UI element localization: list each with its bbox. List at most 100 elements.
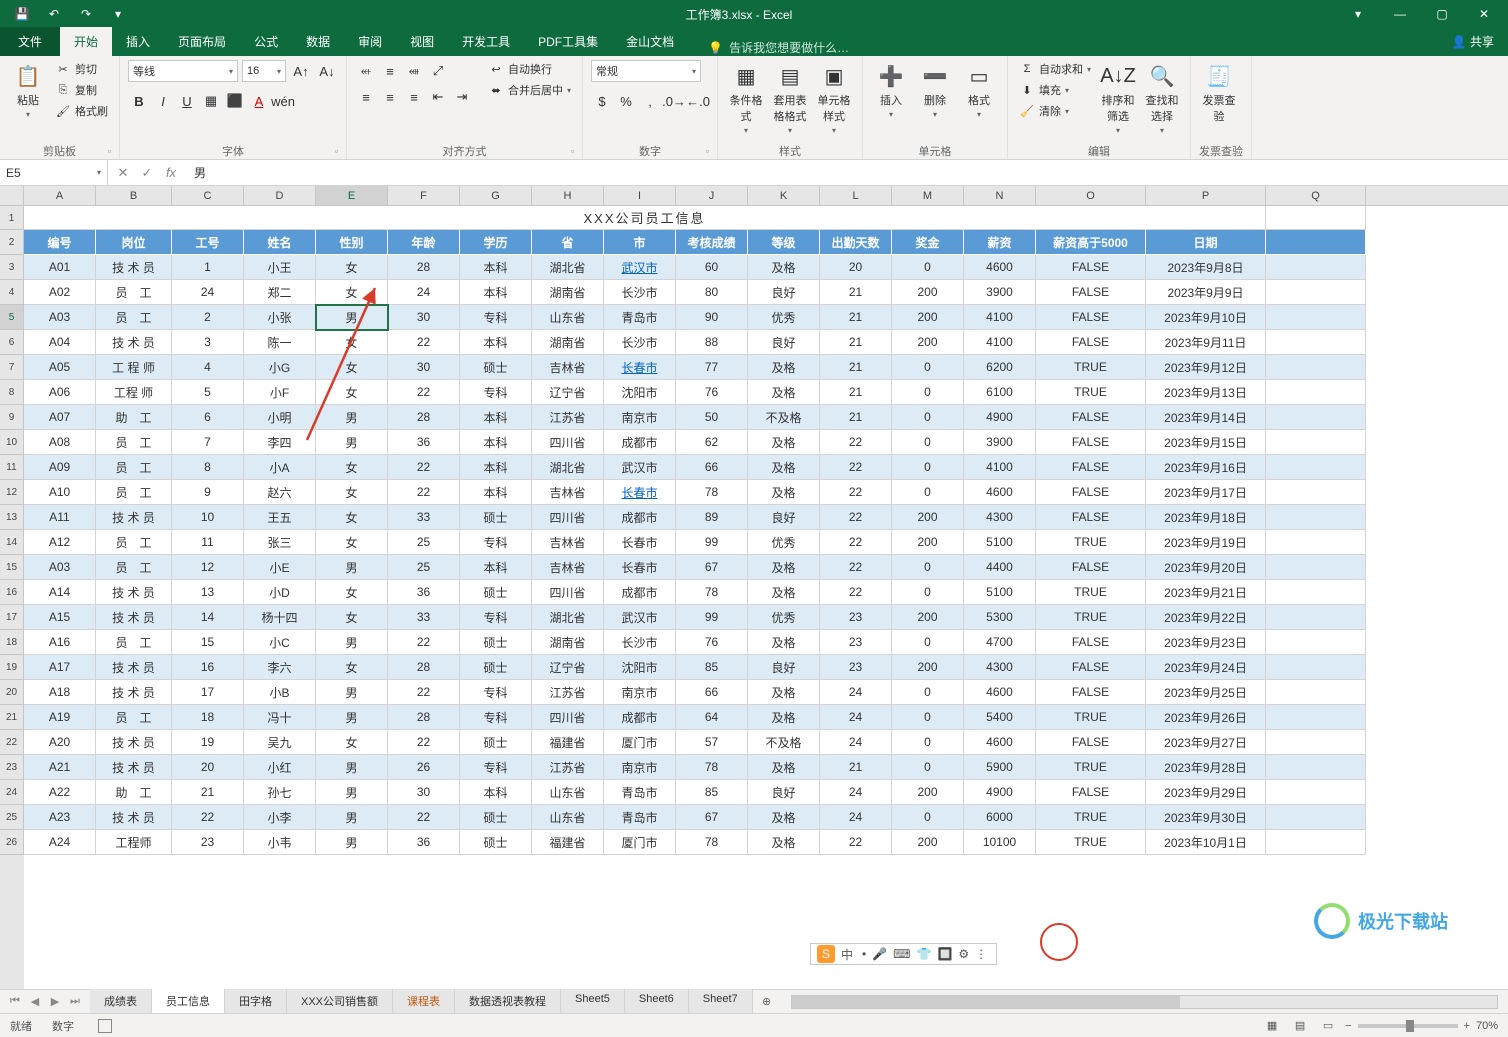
cell[interactable]: A02 <box>24 280 96 305</box>
tab-page-layout[interactable]: 页面布局 <box>164 27 240 56</box>
accounting-format-icon[interactable]: $ <box>591 90 613 112</box>
cell[interactable]: 吉林省 <box>532 555 604 580</box>
cell[interactable]: 66 <box>676 455 748 480</box>
cell[interactable]: 22 <box>820 830 892 855</box>
cell[interactable]: 女 <box>316 530 388 555</box>
cell[interactable]: 2023年9月26日 <box>1146 705 1266 730</box>
cell[interactable]: 男 <box>316 680 388 705</box>
cell[interactable]: A08 <box>24 430 96 455</box>
cell[interactable]: 本科 <box>460 280 532 305</box>
cell[interactable] <box>1266 206 1366 230</box>
row-header[interactable]: 4 <box>0 280 24 305</box>
cell[interactable]: 90 <box>676 305 748 330</box>
cell[interactable]: A21 <box>24 755 96 780</box>
cell[interactable]: 专科 <box>460 530 532 555</box>
cell[interactable]: FALSE <box>1036 780 1146 805</box>
cell[interactable]: 99 <box>676 530 748 555</box>
row-header[interactable]: 13 <box>0 505 24 530</box>
cell[interactable]: 11 <box>172 530 244 555</box>
cell[interactable]: FALSE <box>1036 430 1146 455</box>
cell[interactable]: 9 <box>172 480 244 505</box>
cell[interactable]: 2023年9月14日 <box>1146 405 1266 430</box>
cell[interactable]: 22 <box>388 630 460 655</box>
cell[interactable]: 0 <box>892 730 964 755</box>
cell[interactable]: 技 术 员 <box>96 330 172 355</box>
tab-pdf-tools[interactable]: PDF工具集 <box>524 27 612 56</box>
paste-button[interactable]: 📋 粘贴 ▾ <box>8 60 48 121</box>
cell[interactable]: 33 <box>388 505 460 530</box>
cell[interactable]: 24 <box>172 280 244 305</box>
cell[interactable]: 0 <box>892 255 964 280</box>
cell[interactable]: 24 <box>820 730 892 755</box>
cell[interactable]: 长春市 <box>604 555 676 580</box>
cell[interactable]: A23 <box>24 805 96 830</box>
format-cells-button[interactable]: ▭格式▾ <box>959 60 999 121</box>
cell[interactable]: 男 <box>316 430 388 455</box>
cell[interactable]: 2023年9月29日 <box>1146 780 1266 805</box>
find-select-button[interactable]: 🔍查找和选择▾ <box>1142 60 1182 137</box>
cell[interactable]: 姓名 <box>244 230 316 255</box>
cut-button[interactable]: ✂剪切 <box>52 60 111 78</box>
cell[interactable]: TRUE <box>1036 605 1146 630</box>
cell[interactable]: 专科 <box>460 380 532 405</box>
cell[interactable]: 30 <box>388 305 460 330</box>
cell[interactable]: 女 <box>316 655 388 680</box>
cell[interactable]: A15 <box>24 605 96 630</box>
cell[interactable]: 2023年9月8日 <box>1146 255 1266 280</box>
cell[interactable]: 78 <box>676 580 748 605</box>
cell[interactable]: A20 <box>24 730 96 755</box>
column-header-H[interactable]: H <box>532 186 604 205</box>
column-header-A[interactable]: A <box>24 186 96 205</box>
row-header[interactable]: 21 <box>0 705 24 730</box>
cell[interactable]: 23 <box>820 630 892 655</box>
cell[interactable] <box>1266 705 1366 730</box>
cell[interactable]: 武汉市 <box>604 455 676 480</box>
cell[interactable]: 77 <box>676 355 748 380</box>
cell[interactable]: 12 <box>172 555 244 580</box>
row-header[interactable]: 6 <box>0 330 24 355</box>
cell[interactable]: 小张 <box>244 305 316 330</box>
cell[interactable]: 及格 <box>748 680 820 705</box>
cell[interactable]: A16 <box>24 630 96 655</box>
cell[interactable]: 4100 <box>964 330 1036 355</box>
cell[interactable]: 四川省 <box>532 505 604 530</box>
dialog-launcher-icon[interactable]: ▫ <box>706 146 709 156</box>
underline-icon[interactable]: U <box>176 90 198 112</box>
cell[interactable]: 长春市 <box>604 480 676 505</box>
cell[interactable]: 女 <box>316 605 388 630</box>
sheet-tab[interactable]: Sheet7 <box>689 989 753 1015</box>
cell[interactable]: 湖北省 <box>532 255 604 280</box>
merge-center-button[interactable]: ⬌合并后居中▾ <box>485 81 574 99</box>
cell[interactable]: 技 术 员 <box>96 505 172 530</box>
cell[interactable]: 市 <box>604 230 676 255</box>
page-break-view-icon[interactable]: ▭ <box>1317 1017 1339 1035</box>
cell[interactable]: 青岛市 <box>604 780 676 805</box>
tell-me-box[interactable]: 💡告诉我您想要做什么… <box>708 39 849 56</box>
cell[interactable]: 30 <box>388 355 460 380</box>
cell[interactable]: 杨十四 <box>244 605 316 630</box>
sheet-tab[interactable]: XXX公司销售额 <box>287 989 393 1015</box>
cell[interactable]: 良好 <box>748 330 820 355</box>
cell[interactable]: 员 工 <box>96 630 172 655</box>
cell[interactable]: 良好 <box>748 780 820 805</box>
tab-review[interactable]: 审阅 <box>344 27 396 56</box>
cell[interactable]: 2023年9月21日 <box>1146 580 1266 605</box>
cell[interactable]: 62 <box>676 430 748 455</box>
cell[interactable]: FALSE <box>1036 305 1146 330</box>
cell[interactable]: 0 <box>892 755 964 780</box>
qat-more-icon[interactable]: ▾ <box>104 3 132 25</box>
cell[interactable]: 3 <box>172 330 244 355</box>
cell[interactable]: 工程 师 <box>96 380 172 405</box>
cell[interactable]: 22 <box>388 455 460 480</box>
column-header-E[interactable]: E <box>316 186 388 205</box>
cell[interactable]: 88 <box>676 330 748 355</box>
cell[interactable]: 5400 <box>964 705 1036 730</box>
ime-item-icon[interactable]: 👕 <box>917 947 932 961</box>
cell[interactable]: A07 <box>24 405 96 430</box>
cell[interactable]: 长春市 <box>604 355 676 380</box>
cell[interactable]: 0 <box>892 630 964 655</box>
cell[interactable] <box>1266 580 1366 605</box>
cell[interactable]: 22 <box>388 330 460 355</box>
cell[interactable]: 78 <box>676 480 748 505</box>
cell[interactable]: 李六 <box>244 655 316 680</box>
